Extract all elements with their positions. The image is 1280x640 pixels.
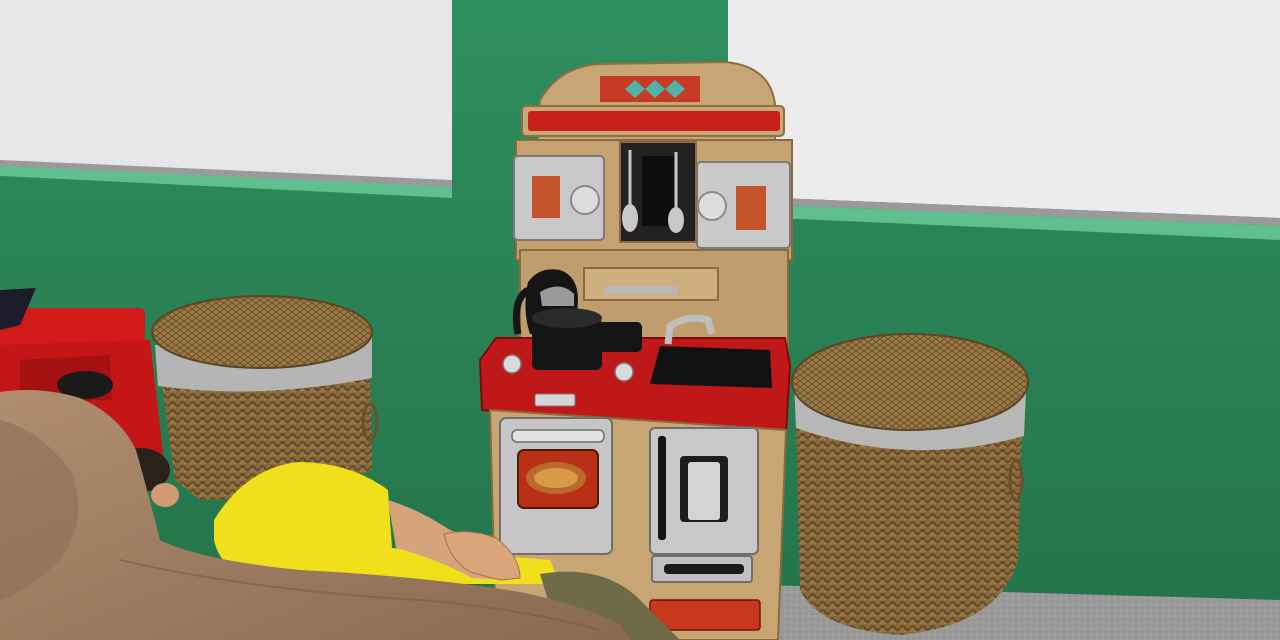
scene-canvas xyxy=(0,0,1280,640)
scene xyxy=(0,0,1280,640)
right-window-panel xyxy=(728,0,1280,240)
left-window-panel xyxy=(0,0,452,198)
toy-kitchen xyxy=(478,60,793,640)
right-wicker-basket xyxy=(791,333,1029,635)
